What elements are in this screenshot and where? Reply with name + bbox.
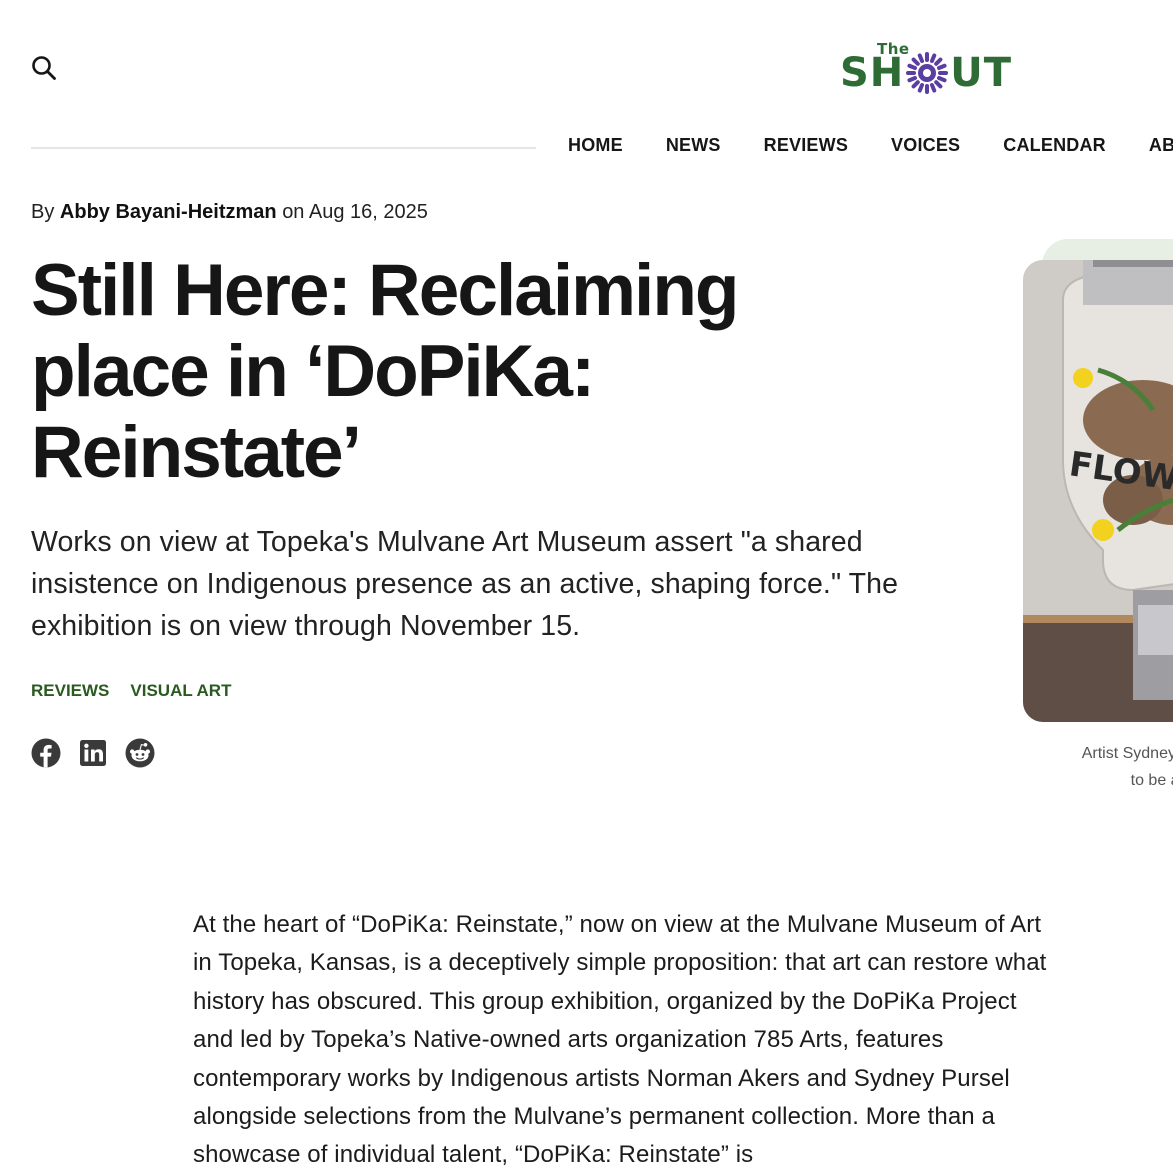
site-logo[interactable]: The SH UT	[840, 38, 1040, 98]
reddit-share-button[interactable]	[125, 738, 155, 768]
article-title: Still Here: Reclaiming place in ‘DoPiKa:…	[31, 250, 740, 493]
tag-visual-art[interactable]: VISUAL ART	[130, 681, 231, 701]
feature-image: FLOW	[1023, 260, 1173, 722]
facebook-share-button[interactable]	[31, 738, 61, 768]
logo-text-right: UT	[950, 49, 1013, 96]
nav-reviews[interactable]: REVIEWS	[764, 135, 848, 156]
image-caption-line-2: to be acts	[1130, 772, 1173, 789]
article-body: At the heart of “DoPiKa: Reinstate,” now…	[193, 911, 1047, 1169]
facebook-icon	[31, 738, 61, 768]
search-icon	[32, 56, 56, 80]
byline: By Abby Bayani-Heitzman on Aug 16, 2025	[31, 201, 428, 224]
nav-calendar[interactable]: CALENDAR	[1003, 135, 1106, 156]
article-dek: Works on view at Topeka's Mulvane Art Mu…	[31, 526, 899, 642]
image-caption: Artist Sydney Pu to be acts	[1040, 740, 1173, 794]
logo-text-left: SH	[840, 49, 905, 96]
tag-reviews[interactable]: REVIEWS	[31, 681, 109, 701]
author-link[interactable]: Abby Bayani-Heitzman	[60, 201, 277, 223]
header-divider	[31, 147, 536, 149]
tag-list: REVIEWS VISUAL ART	[31, 681, 231, 701]
nav-voices[interactable]: VOICES	[891, 135, 960, 156]
publish-date: Aug 16, 2025	[308, 201, 428, 223]
share-bar	[31, 738, 155, 768]
main-nav: HOME NEWS REVIEWS VOICES CALENDAR ABOUT	[568, 135, 1173, 156]
linkedin-share-button[interactable]	[78, 738, 108, 768]
date-prefix: on	[282, 201, 305, 223]
image-caption-line-1: Artist Sydney Pu	[1081, 745, 1173, 762]
nav-about[interactable]: ABOUT	[1149, 135, 1173, 156]
nav-news[interactable]: NEWS	[666, 135, 721, 156]
reddit-icon	[125, 738, 155, 768]
search-button[interactable]	[31, 55, 57, 81]
linkedin-icon	[80, 740, 106, 766]
logo-sun-icon	[906, 51, 949, 94]
byline-prefix: By	[31, 201, 55, 223]
nav-home[interactable]: HOME	[568, 135, 623, 156]
